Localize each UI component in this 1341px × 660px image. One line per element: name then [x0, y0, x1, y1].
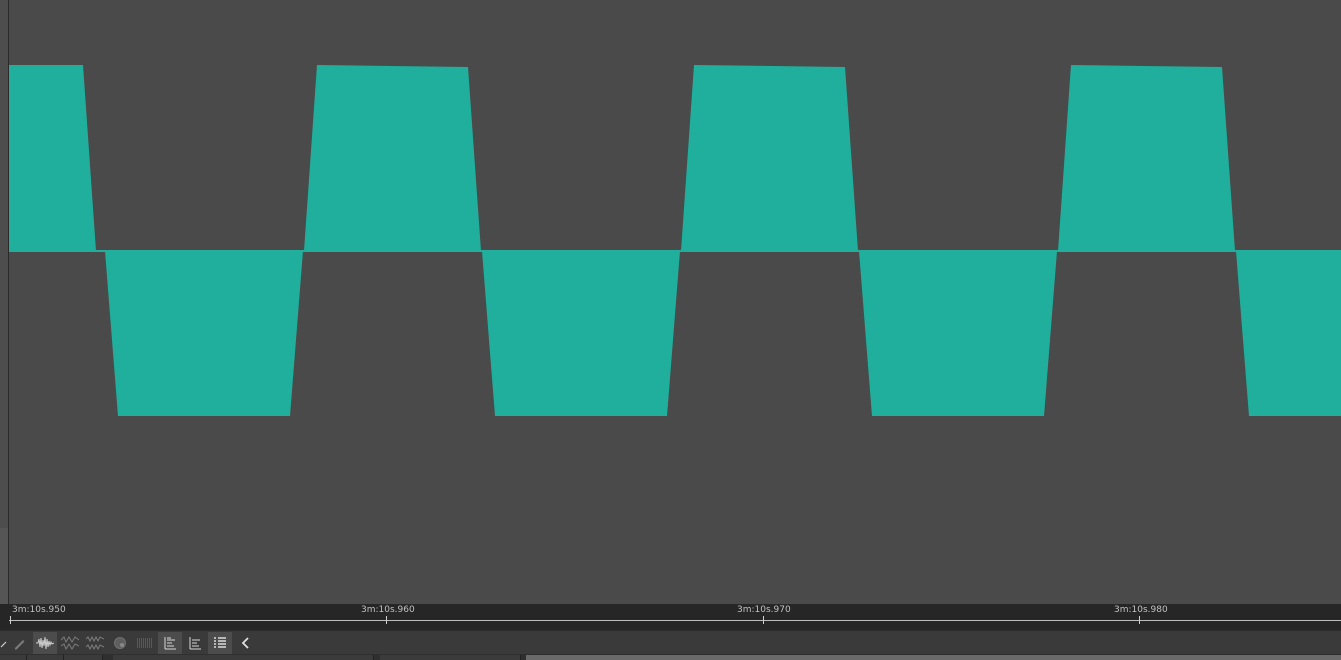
status-segment: [64, 655, 103, 660]
timeline-ruler[interactable]: 3m:10s.950 3m:10s.960 3m:10s.970 3m:10s.…: [0, 604, 1341, 630]
track-header-lower: [0, 528, 8, 604]
waveform-lobe: [1236, 251, 1341, 416]
ruler-tick-label: 3m:10s.950: [12, 605, 66, 615]
waveform-lobe: [105, 251, 303, 416]
ruler-tick-label: 3m:10s.960: [361, 605, 415, 615]
status-bar: [0, 654, 1341, 660]
status-segment: [113, 655, 374, 660]
align-lines-icon[interactable]: [158, 632, 182, 654]
chevron-left-icon[interactable]: [234, 632, 258, 654]
pencil-icon[interactable]: [8, 632, 32, 654]
waveform-lobe: [859, 251, 1057, 416]
waveform-lobe: [1058, 65, 1235, 251]
waveform-centerline: [9, 250, 1341, 252]
status-segment: [380, 655, 521, 660]
waveform-split-icon[interactable]: [58, 632, 82, 654]
corner-arrow-icon: [0, 641, 7, 648]
waveform-display[interactable]: [9, 0, 1341, 604]
ruler-tick: [10, 616, 11, 624]
ruler-tick: [763, 616, 764, 624]
view-toolbar: [0, 630, 1341, 655]
waveform-lobe: [304, 65, 481, 251]
waveform-icon[interactable]: [33, 632, 57, 654]
status-segment: [27, 655, 64, 660]
waveform-lobe: [482, 251, 680, 416]
align-lines-alt-icon[interactable]: [183, 632, 207, 654]
ruler-tick: [386, 616, 387, 624]
ruler-tick: [1139, 616, 1140, 624]
ruler-tick-label: 3m:10s.970: [737, 605, 791, 615]
ruler-baseline: [9, 620, 1341, 621]
track-header-strip: [0, 0, 9, 604]
record-icon[interactable]: [108, 632, 132, 654]
spectrum-icon[interactable]: [133, 632, 157, 654]
list-icon[interactable]: [208, 632, 232, 654]
waveform-lobe: [681, 65, 858, 251]
horizontal-scrollbar[interactable]: [526, 655, 1341, 660]
waveform-lobe: [9, 65, 96, 251]
waveform-stack-icon[interactable]: [83, 632, 107, 654]
ruler-tick-label: 3m:10s.980: [1114, 605, 1168, 615]
status-segment: [0, 655, 27, 660]
